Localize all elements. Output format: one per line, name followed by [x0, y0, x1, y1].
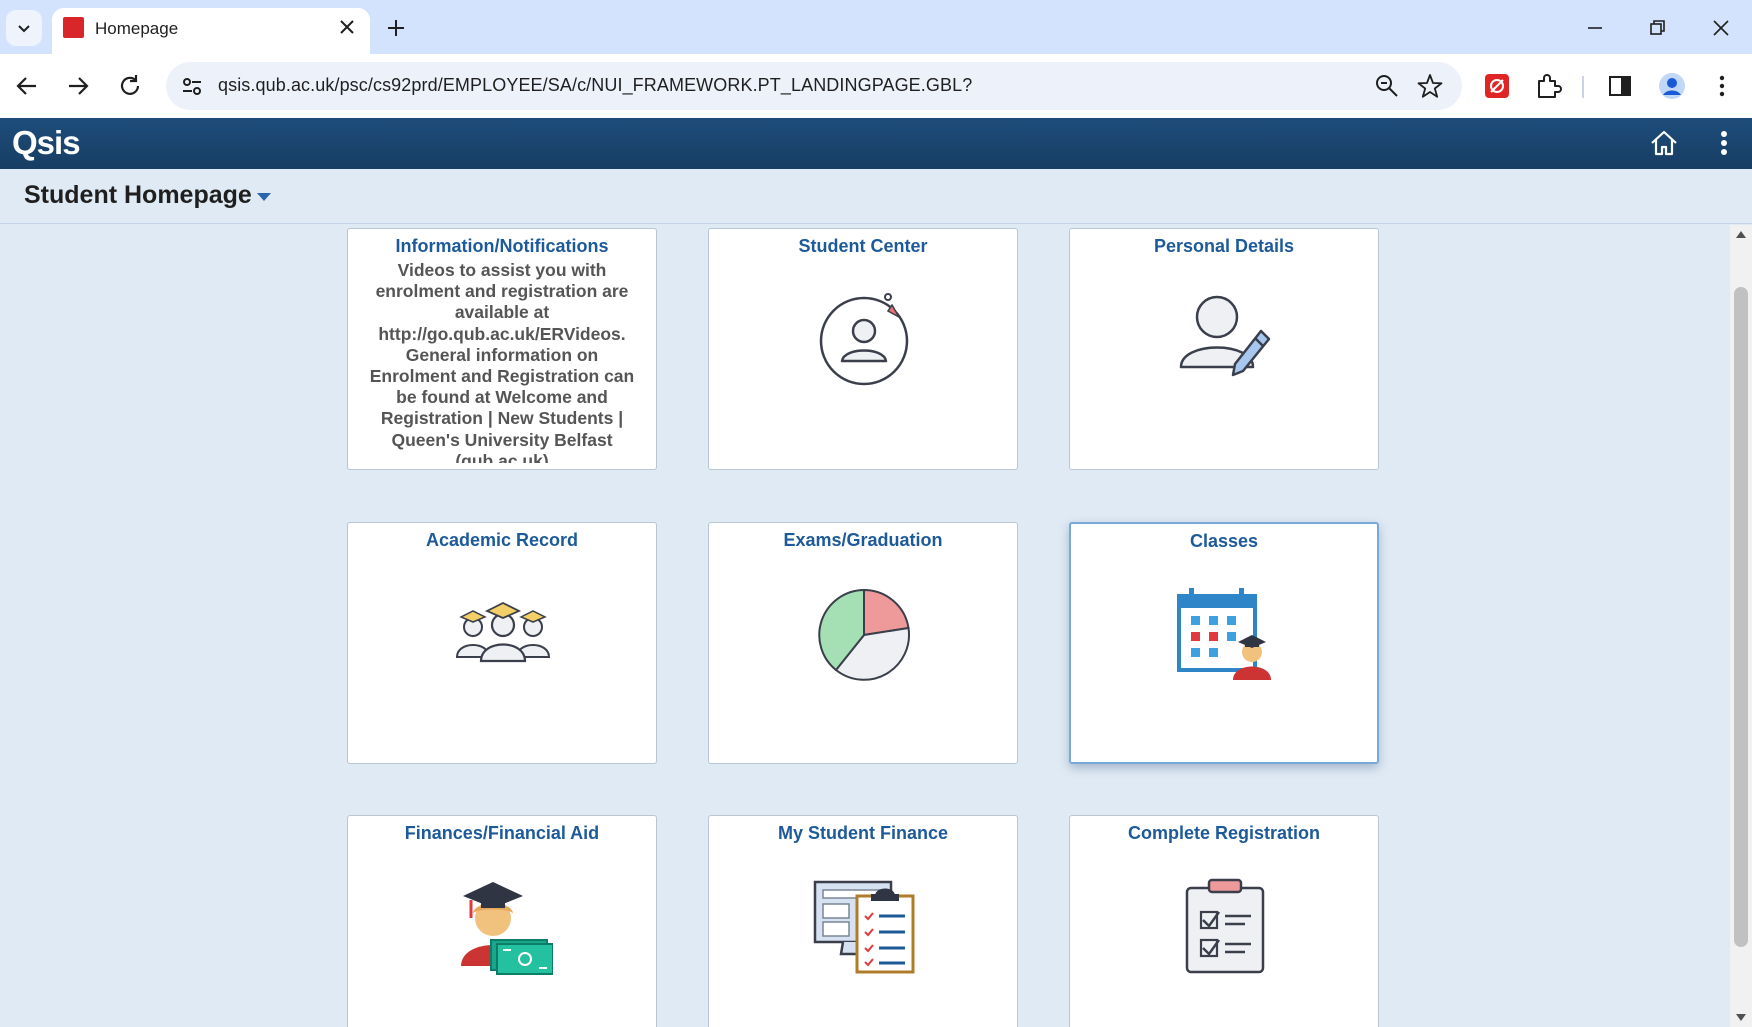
profile-avatar-icon[interactable] — [1656, 70, 1688, 102]
tile-complete-registration[interactable]: Complete Registration — [1069, 815, 1379, 1027]
bookmark-star-icon[interactable] — [1416, 72, 1444, 100]
tile-title: Academic Record — [425, 530, 579, 550]
page-title-dropdown[interactable]: Student Homepage — [24, 181, 252, 210]
graduate-money-icon — [461, 882, 553, 975]
side-panel-icon[interactable] — [1604, 70, 1636, 102]
oracle-favicon-icon — [63, 17, 84, 38]
tile-my-student-finance[interactable]: My Student Finance — [708, 815, 1018, 1027]
tile-exams-graduation[interactable]: Exams/Graduation — [708, 522, 1018, 764]
site-settings-icon[interactable] — [178, 72, 206, 100]
back-arrow-icon[interactable] — [9, 68, 45, 104]
qsis-logo[interactable]: Qsis — [12, 124, 81, 162]
tile-title: My Student Finance — [777, 823, 948, 843]
reload-icon[interactable] — [112, 68, 148, 104]
browser-tab-bar: Homepage — [0, 0, 1752, 54]
tile-title: Complete Registration — [1127, 823, 1321, 843]
tile-title: Classes — [1189, 531, 1259, 551]
close-window-icon[interactable] — [1705, 12, 1737, 44]
actions-menu-icon[interactable] — [1710, 127, 1738, 159]
tile-title: Personal Details — [1153, 236, 1295, 256]
forward-arrow-icon[interactable] — [60, 68, 96, 104]
tile-student-center[interactable]: Student Center — [708, 228, 1018, 470]
new-tab-icon[interactable] — [382, 14, 410, 42]
browser-toolbar: qsis.qub.ac.uk/psc/cs92prd/EMPLOYEE/SA/c… — [0, 54, 1752, 118]
tab-title: Homepage — [95, 19, 179, 38]
caret-down-icon[interactable] — [257, 193, 271, 201]
browser-tab-active[interactable]: Homepage — [52, 8, 370, 54]
scrollbar-thumb[interactable] — [1734, 287, 1748, 947]
tab-search-button[interactable] — [6, 10, 42, 46]
tile-finances-financial-aid[interactable]: Finances/Financial Aid — [347, 815, 657, 1027]
calendar-student-icon — [1177, 588, 1271, 680]
extensions-puzzle-icon[interactable] — [1532, 70, 1564, 102]
vertical-scrollbar[interactable] — [1730, 225, 1752, 1027]
scroll-down-arrow-icon[interactable] — [1736, 1014, 1746, 1021]
browser-menu-icon[interactable] — [1706, 70, 1738, 102]
chevron-down-icon — [18, 25, 30, 33]
tile-personal-details[interactable]: Personal Details — [1069, 228, 1379, 470]
monitor-clipboard-icon — [813, 880, 915, 974]
app-header: Qsis — [0, 118, 1752, 169]
minimize-icon[interactable] — [1579, 12, 1611, 44]
graduates-group-icon — [455, 601, 551, 663]
scroll-up-arrow-icon[interactable] — [1736, 231, 1746, 238]
student-center-icon — [819, 293, 909, 386]
tile-grid: Information/Notifications Videos to assi… — [0, 225, 1730, 1027]
url-text[interactable]: qsis.qub.ac.uk/psc/cs92prd/EMPLOYEE/SA/c… — [218, 75, 972, 96]
tile-information-notifications[interactable]: Information/Notifications Videos to assi… — [347, 228, 657, 470]
toolbar-divider — [1582, 76, 1584, 98]
home-icon[interactable] — [1648, 127, 1680, 159]
tile-title: Exams/Graduation — [783, 530, 943, 550]
tile-title: Information/Notifications — [395, 236, 609, 256]
address-bar[interactable]: qsis.qub.ac.uk/psc/cs92prd/EMPLOYEE/SA/c… — [166, 62, 1462, 110]
restore-icon[interactable] — [1641, 12, 1673, 44]
tile-academic-record[interactable]: Academic Record — [347, 522, 657, 764]
checklist-clipboard-icon — [1185, 878, 1265, 974]
extension-red-icon[interactable] — [1481, 70, 1513, 102]
notification-text: Videos to assist you with enrolment and … — [369, 260, 635, 463]
page-title-bar: Student Homepage — [0, 169, 1752, 224]
tile-title: Student Center — [798, 236, 928, 256]
person-edit-icon — [1179, 295, 1271, 377]
tile-classes[interactable]: Classes — [1069, 522, 1379, 764]
pie-chart-icon — [818, 588, 910, 681]
zoom-icon[interactable] — [1374, 73, 1400, 99]
close-tab-icon[interactable] — [336, 16, 358, 38]
tile-title: Finances/Financial Aid — [404, 823, 600, 843]
